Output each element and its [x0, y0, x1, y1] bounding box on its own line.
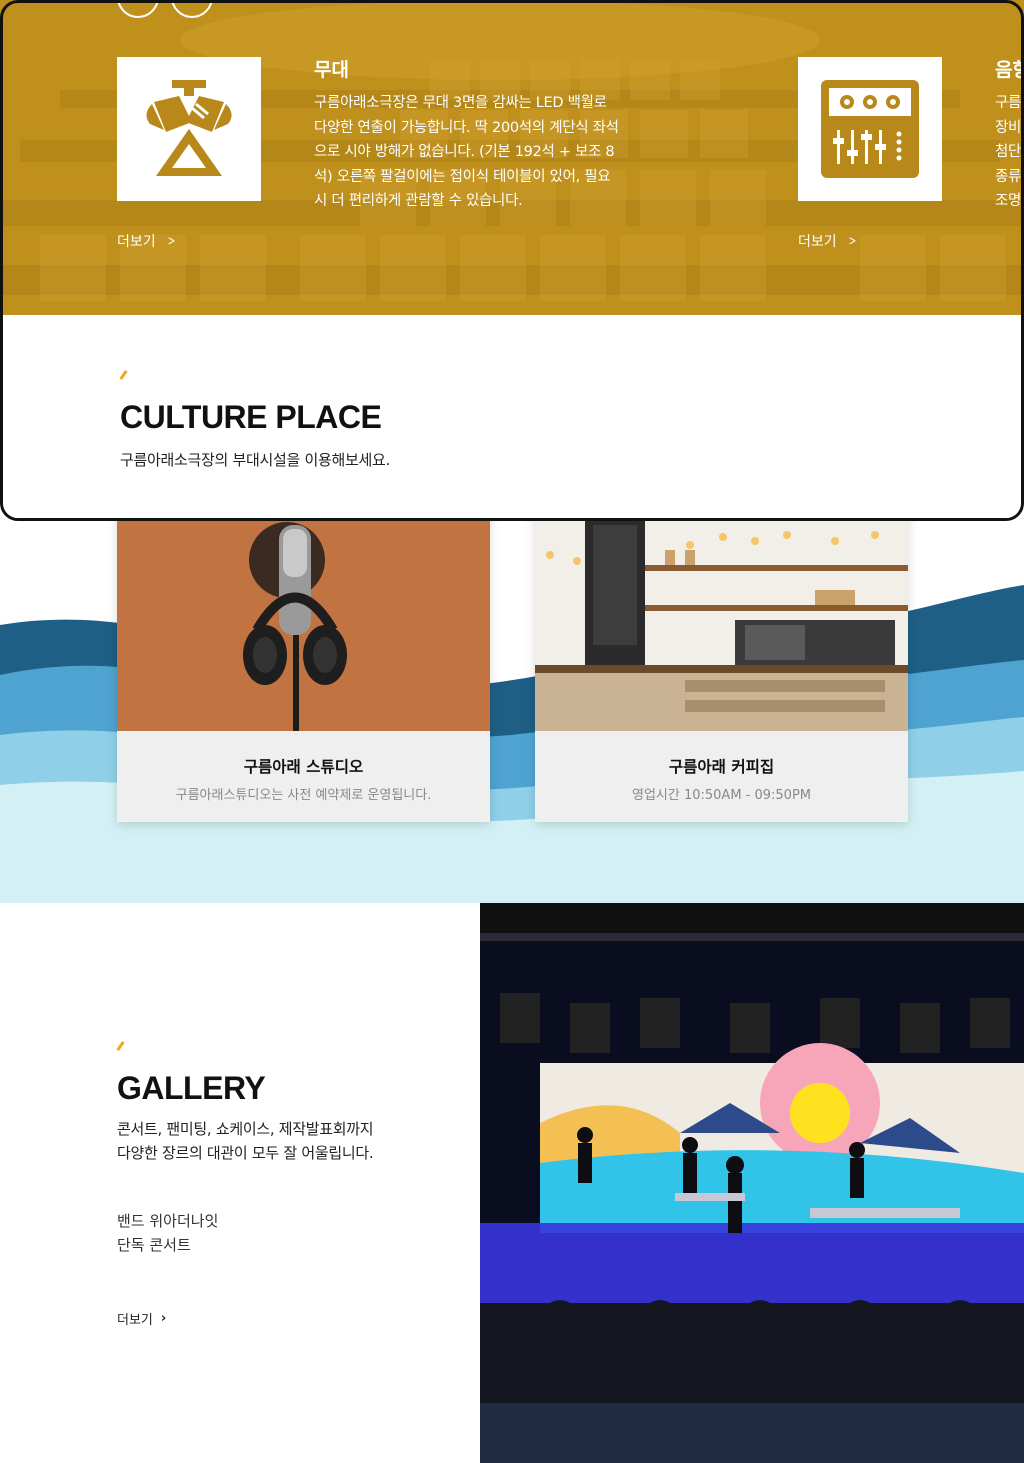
description-line: 시 더 편리하게 관람할 수 있습니다. [314, 193, 523, 209]
description-line: 콘서트, 팬미팅, 쇼케이스, 제작발표회까지 [117, 1120, 374, 1138]
description-line: 장비 [995, 119, 1022, 136]
stage-more-link[interactable]: 더보기 > [117, 231, 177, 251]
chevron-right-icon: > [167, 233, 175, 249]
description-line: 다양한 연출이 가능합니다. 딱 200석의 계단식 좌석 [314, 119, 619, 136]
card-description: 구름아래스튜디오는 사전 예약제로 운영됩니다. [175, 788, 432, 803]
description-line: 구름 [995, 95, 1022, 111]
description-line: 종류 [995, 168, 1022, 185]
gallery-section: GALLERY 콘서트, 팬미팅, 쇼케이스, 제작발표회까지 다양한 장르의 … [0, 903, 480, 1463]
chevron-right-icon: > [848, 233, 856, 249]
feature-description-stage: 구름아래소극장은 무대 3면을 감싸는 LED 백월로 다양한 연출이 가능합니… [314, 91, 664, 214]
gallery-more-link[interactable]: 더보기 › [117, 1309, 166, 1328]
description-line: 첨단 [995, 144, 1022, 160]
gallery-concert-photo[interactable] [480, 903, 1024, 1463]
gallery-caption: 밴드 위아더나잇 단독 콘서트 [117, 1209, 218, 1257]
accent-mark [116, 1041, 125, 1051]
card-description: 영업시간 10:50AM - 09:50PM [631, 788, 812, 803]
chevron-right-icon: › [160, 1311, 167, 1326]
gallery-description: 콘서트, 팬미팅, 쇼케이스, 제작발표회까지 다양한 장르의 대관이 모두 잘… [117, 1117, 374, 1165]
more-link-label: 더보기 [117, 1313, 153, 1328]
gallery-title: GALLERY [117, 1070, 266, 1106]
caption-line: 밴드 위아더나잇 [117, 1212, 219, 1230]
description-line: 구름아래소극장은 무대 3면을 감싸는 LED 백월로 [314, 95, 607, 111]
chevron-right-icon: › [189, 0, 195, 7]
card-title: 구름아래 커피집 [668, 758, 775, 776]
chevron-left-icon: ‹ [135, 0, 141, 7]
feature-title-stage: 무대 [314, 59, 349, 81]
more-link-label: 더보기 [117, 234, 156, 250]
facility-hero-slider: ‹ › 무대 구름아래소극장은 무대 3면을 감싸는 LED 백월로 다양한 연… [0, 0, 1024, 315]
cafe-card[interactable]: 구름아래 커피집 영업시간 10:50AM - 09:50PM [535, 505, 908, 822]
feature-description-sound: 구름 장비 첨단 종류 조명 [995, 91, 1024, 214]
feature-title-sound: 음향 [995, 59, 1024, 81]
description-line: 조명 [995, 193, 1022, 209]
card-title: 구름아래 스튜디오 [243, 758, 364, 776]
studio-card[interactable]: 구름아래 스튜디오 구름아래스튜디오는 사전 예약제로 운영됩니다. [117, 505, 490, 822]
sound-mixer-icon [798, 57, 942, 201]
sound-more-link[interactable]: 더보기 > [798, 231, 858, 251]
more-link-label: 더보기 [798, 234, 837, 250]
stage-spotlight-icon [117, 57, 261, 201]
cafe-photo [535, 505, 908, 731]
description-line: 으로 시야 방해가 없습니다. (기본 192석 + 보조 8 [314, 144, 615, 160]
description-line: 다양한 장르의 대관이 모두 잘 어울립니다. [117, 1144, 374, 1162]
culture-place-cards-section: 구름아래 스튜디오 구름아래스튜디오는 사전 예약제로 운영됩니다. 구름아래 … [0, 315, 1024, 903]
studio-photo [117, 505, 490, 731]
description-line: 석) 오른쪽 팔걸이에는 접이식 테이블이 있어, 필요 [314, 168, 611, 185]
caption-line: 단독 콘서트 [117, 1236, 191, 1254]
